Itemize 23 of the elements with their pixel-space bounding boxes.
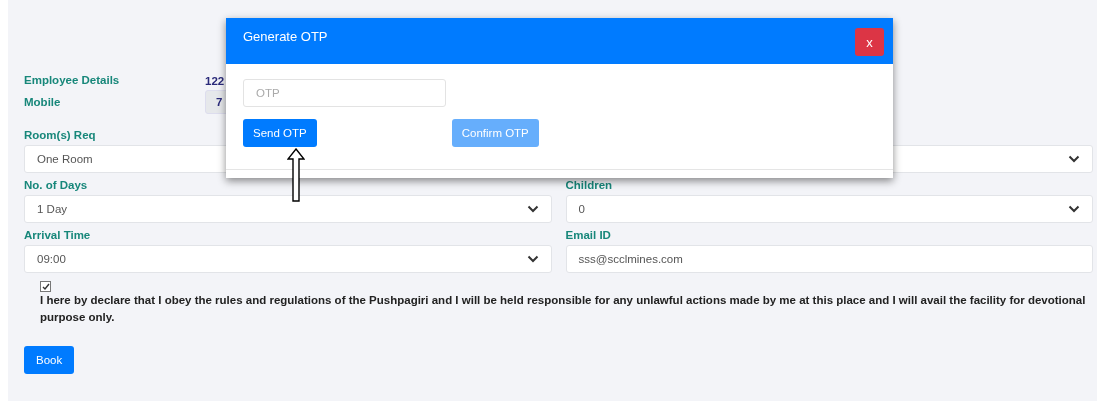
chevron-down-icon	[1068, 155, 1080, 163]
field-label: Children	[565, 178, 613, 193]
chevron-down-icon	[526, 205, 539, 213]
field-label: Employee Details	[24, 73, 121, 88]
input-field[interactable]: sss@scclmines.com	[565, 245, 1093, 273]
chevron-down-icon	[1068, 205, 1080, 213]
field-label: Email ID	[565, 228, 611, 243]
declaration-text: I here by declare that I obey the rules and regulations of the Pushpagiri and I will be held responsible for any unlawful actions made by me at this place and I will avail the facility for devotional purpose only.	[40, 293, 1087, 325]
employee-id: 122	[205, 74, 226, 87]
field-label: No. of Days	[24, 178, 88, 193]
close-button[interactable]: x	[855, 28, 884, 56]
select-field[interactable]: 09:00	[24, 245, 552, 273]
select-field[interactable]: 0	[565, 195, 1093, 223]
send-otp-button[interactable]: Send OTP	[243, 119, 317, 147]
select-field[interactable]: 1 Day	[24, 195, 552, 223]
field-label: Mobile	[24, 94, 62, 110]
modal-title: Generate OTP	[243, 29, 328, 44]
book-button[interactable]: Book	[24, 346, 75, 374]
chevron-down-icon	[526, 255, 539, 263]
otp-field[interactable]: OTP	[243, 79, 446, 107]
field-label: Room(s) Req	[24, 128, 96, 143]
field-label: Arrival Time	[24, 228, 91, 243]
checkbox[interactable]	[40, 281, 51, 292]
